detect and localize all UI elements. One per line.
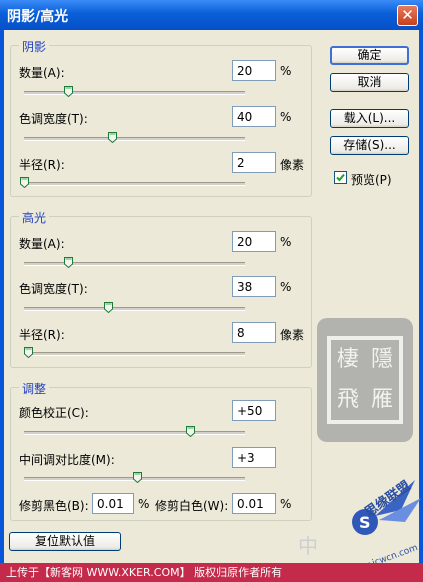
white-clip-unit: % [280,497,292,511]
watermark-seal: 棲 隱 飛 雁 [317,318,413,442]
save-button[interactable]: 存储(S)... [330,136,409,155]
shadows-amount-field[interactable] [232,60,276,81]
watermark-char: 隱 [370,347,393,372]
shadows-amount-slider-track[interactable] [24,91,245,95]
highlights-radius-slider-thumb[interactable] [24,347,34,358]
shadows-radius-label: 半径(R): [19,158,65,172]
shadows-tonal-width-label: 色调宽度(T): [19,112,88,126]
load-button[interactable]: 载入(L)... [330,109,409,128]
highlights-amount-slider-thumb[interactable] [64,257,74,268]
checkmark-icon [336,173,345,182]
highlights-amount-unit: % [280,235,292,249]
white-clip-label: 修剪白色(W): [155,499,229,513]
highlights-amount-field[interactable] [232,231,276,252]
shadows-radius-field[interactable] [232,152,276,173]
highlights-tonal-width-label: 色调宽度(T): [19,282,88,296]
color-correction-slider-track[interactable] [24,431,245,435]
highlights-radius-slider-track[interactable] [24,352,245,356]
close-button[interactable]: ✕ [397,5,418,26]
highlights-tonal-width-slider-track[interactable] [24,307,245,311]
black-clip-unit: % [138,497,150,511]
reset-defaults-button[interactable]: 复位默认值 [9,532,121,551]
midtone-contrast-slider-thumb[interactable] [132,472,142,483]
highlights-radius-unit: 像素 [280,328,305,342]
highlights-tonal-width-unit: % [280,280,292,294]
shadows-tonal-width-slider-thumb[interactable] [108,132,118,143]
preview-label[interactable]: 预览(P) [351,171,392,188]
ok-button[interactable]: 确定 [330,46,409,65]
watermark-char: 飛 [336,387,359,412]
highlights-amount-label: 数量(A): [19,237,65,251]
white-clip-field[interactable] [232,493,276,514]
adjustments-legend: 调整 [19,380,50,397]
preview-checkbox[interactable] [334,171,347,184]
black-clip-field[interactable] [92,493,134,514]
watermark-char: 雁 [370,387,393,412]
highlights-amount-slider-track[interactable] [24,262,245,266]
close-icon: ✕ [401,6,414,24]
shadows-radius-unit: 像素 [280,158,305,172]
color-correction-label: 颜色校正(C): [19,406,89,420]
shadows-tonal-width-unit: % [280,110,292,124]
faint-watermark-text: 中 [298,534,318,558]
cancel-button[interactable]: 取消 [330,73,409,92]
shadows-tonal-width-slider-track[interactable] [24,137,245,141]
highlights-radius-field[interactable] [232,322,276,343]
highlights-tonal-width-slider-thumb[interactable] [103,302,113,313]
window-title: 阴影/高光 [7,9,69,25]
watermark-char: 棲 [336,347,359,372]
shadows-radius-slider-track[interactable] [24,182,245,186]
shadows-radius-slider-thumb[interactable] [20,177,29,188]
highlights-radius-label: 半径(R): [19,328,65,342]
shadows-legend: 阴影 [19,38,50,55]
color-correction-slider-thumb[interactable] [185,426,195,437]
shadows-tonal-width-field[interactable] [232,106,276,127]
shadows-amount-slider-thumb[interactable] [64,86,74,97]
shadows-amount-unit: % [280,64,292,78]
midtone-contrast-field[interactable] [232,447,276,468]
shadows-amount-label: 数量(A): [19,66,65,80]
highlights-legend: 高光 [19,209,50,226]
color-correction-field[interactable] [232,400,276,421]
dialog-window: 阴影/高光 ✕ 阴影 高光 调整 数量(A): % 色调宽度(T): % 半径(… [0,0,423,582]
highlights-tonal-width-field[interactable] [232,276,276,297]
black-clip-label: 修剪黑色(B): [19,499,89,513]
upload-banner: 上传于【新客网 WWW.XKER.COM】 版权归原作者所有 [0,563,423,582]
title-bar: 阴影/高光 ✕ [0,0,423,30]
midtone-contrast-label: 中间调对比度(M): [19,453,115,467]
